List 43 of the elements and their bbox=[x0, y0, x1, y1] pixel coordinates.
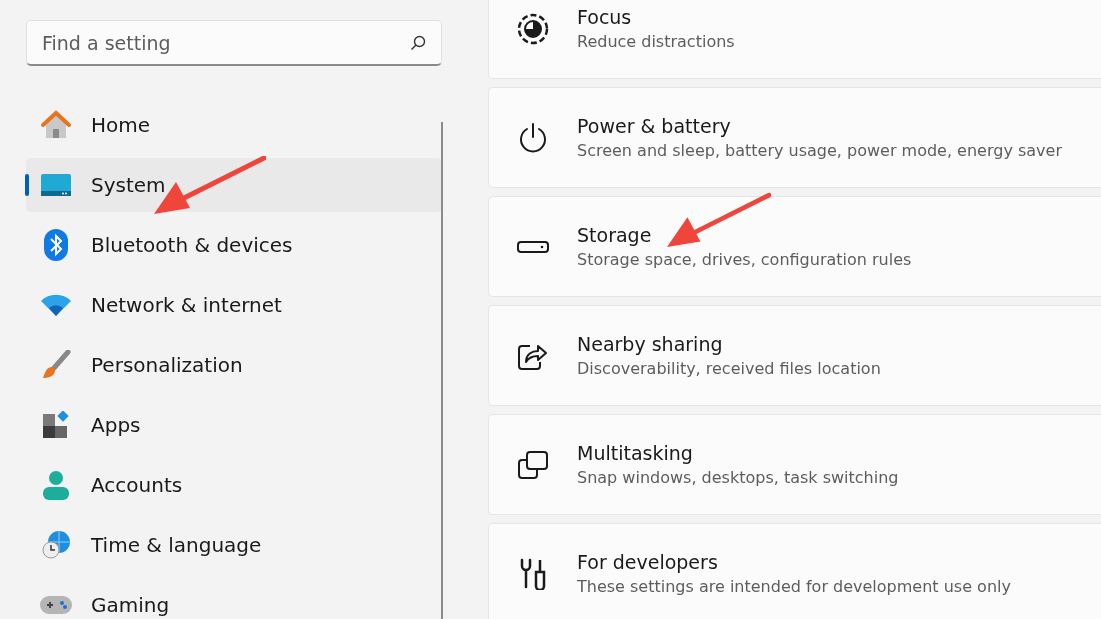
globe-clock-icon bbox=[41, 530, 71, 560]
scrollbar[interactable] bbox=[441, 122, 443, 619]
settings-card[interactable]: Power & battery Screen and sleep, battery usage, power mode, energy saver bbox=[488, 87, 1101, 188]
card-title: For developers bbox=[577, 551, 719, 573]
settings-card[interactable]: Multitasking Snap windows, desktops, task switching bbox=[488, 414, 1101, 515]
monitor-icon bbox=[41, 174, 71, 196]
card-description: These settings are intended for development use only bbox=[577, 577, 1011, 596]
nav-item[interactable]: Apps bbox=[26, 398, 442, 452]
wifi-icon bbox=[41, 294, 71, 316]
card-title: Power & battery bbox=[577, 115, 732, 137]
windows-icon bbox=[518, 450, 548, 479]
card-description: Reduce distractions bbox=[577, 32, 735, 51]
card-description: Snap windows, desktops, task switching bbox=[577, 468, 899, 487]
nav-item[interactable]: Personalization bbox=[26, 338, 442, 392]
card-title: Storage bbox=[577, 224, 653, 246]
card-description: Discoverability, received files location bbox=[577, 359, 881, 378]
card-description: Screen and sleep, battery usage, power mode, energy saver bbox=[577, 141, 1062, 160]
card-description: Storage space, drives, configuration rules bbox=[577, 250, 912, 269]
bluetooth-icon bbox=[44, 229, 68, 261]
settings-card[interactable]: Focus Reduce distractions bbox=[488, 0, 1101, 79]
card-title: Nearby sharing bbox=[577, 333, 724, 355]
tools-icon bbox=[519, 557, 547, 590]
nav-item[interactable]: Bluetooth & devices bbox=[26, 218, 442, 272]
gamepad-icon bbox=[40, 594, 72, 616]
search-field[interactable]: Find a setting bbox=[26, 20, 442, 66]
card-title: Multitasking bbox=[577, 442, 694, 464]
settings-card[interactable]: For developers These settings are intended for development use only bbox=[488, 523, 1101, 619]
nav-item[interactable]: Network & internet bbox=[26, 278, 442, 332]
nav-item[interactable]: Accounts bbox=[26, 458, 442, 512]
nav-item[interactable]: System bbox=[26, 158, 442, 212]
drive-icon bbox=[517, 240, 549, 253]
settings-card[interactable]: Nearby sharing Discoverability, received files location bbox=[488, 305, 1101, 406]
focus-icon bbox=[517, 12, 549, 45]
search-icon bbox=[410, 35, 426, 51]
nav-item[interactable]: Time & language bbox=[26, 518, 442, 572]
card-title: Focus bbox=[577, 6, 633, 28]
nav-item[interactable]: Home bbox=[26, 98, 442, 152]
house-icon bbox=[40, 110, 72, 140]
paintbrush-icon bbox=[41, 350, 71, 380]
apps-icon bbox=[42, 411, 70, 439]
person-icon bbox=[43, 470, 69, 500]
power-icon bbox=[518, 121, 548, 154]
nav-item[interactable]: Gaming bbox=[26, 578, 442, 619]
